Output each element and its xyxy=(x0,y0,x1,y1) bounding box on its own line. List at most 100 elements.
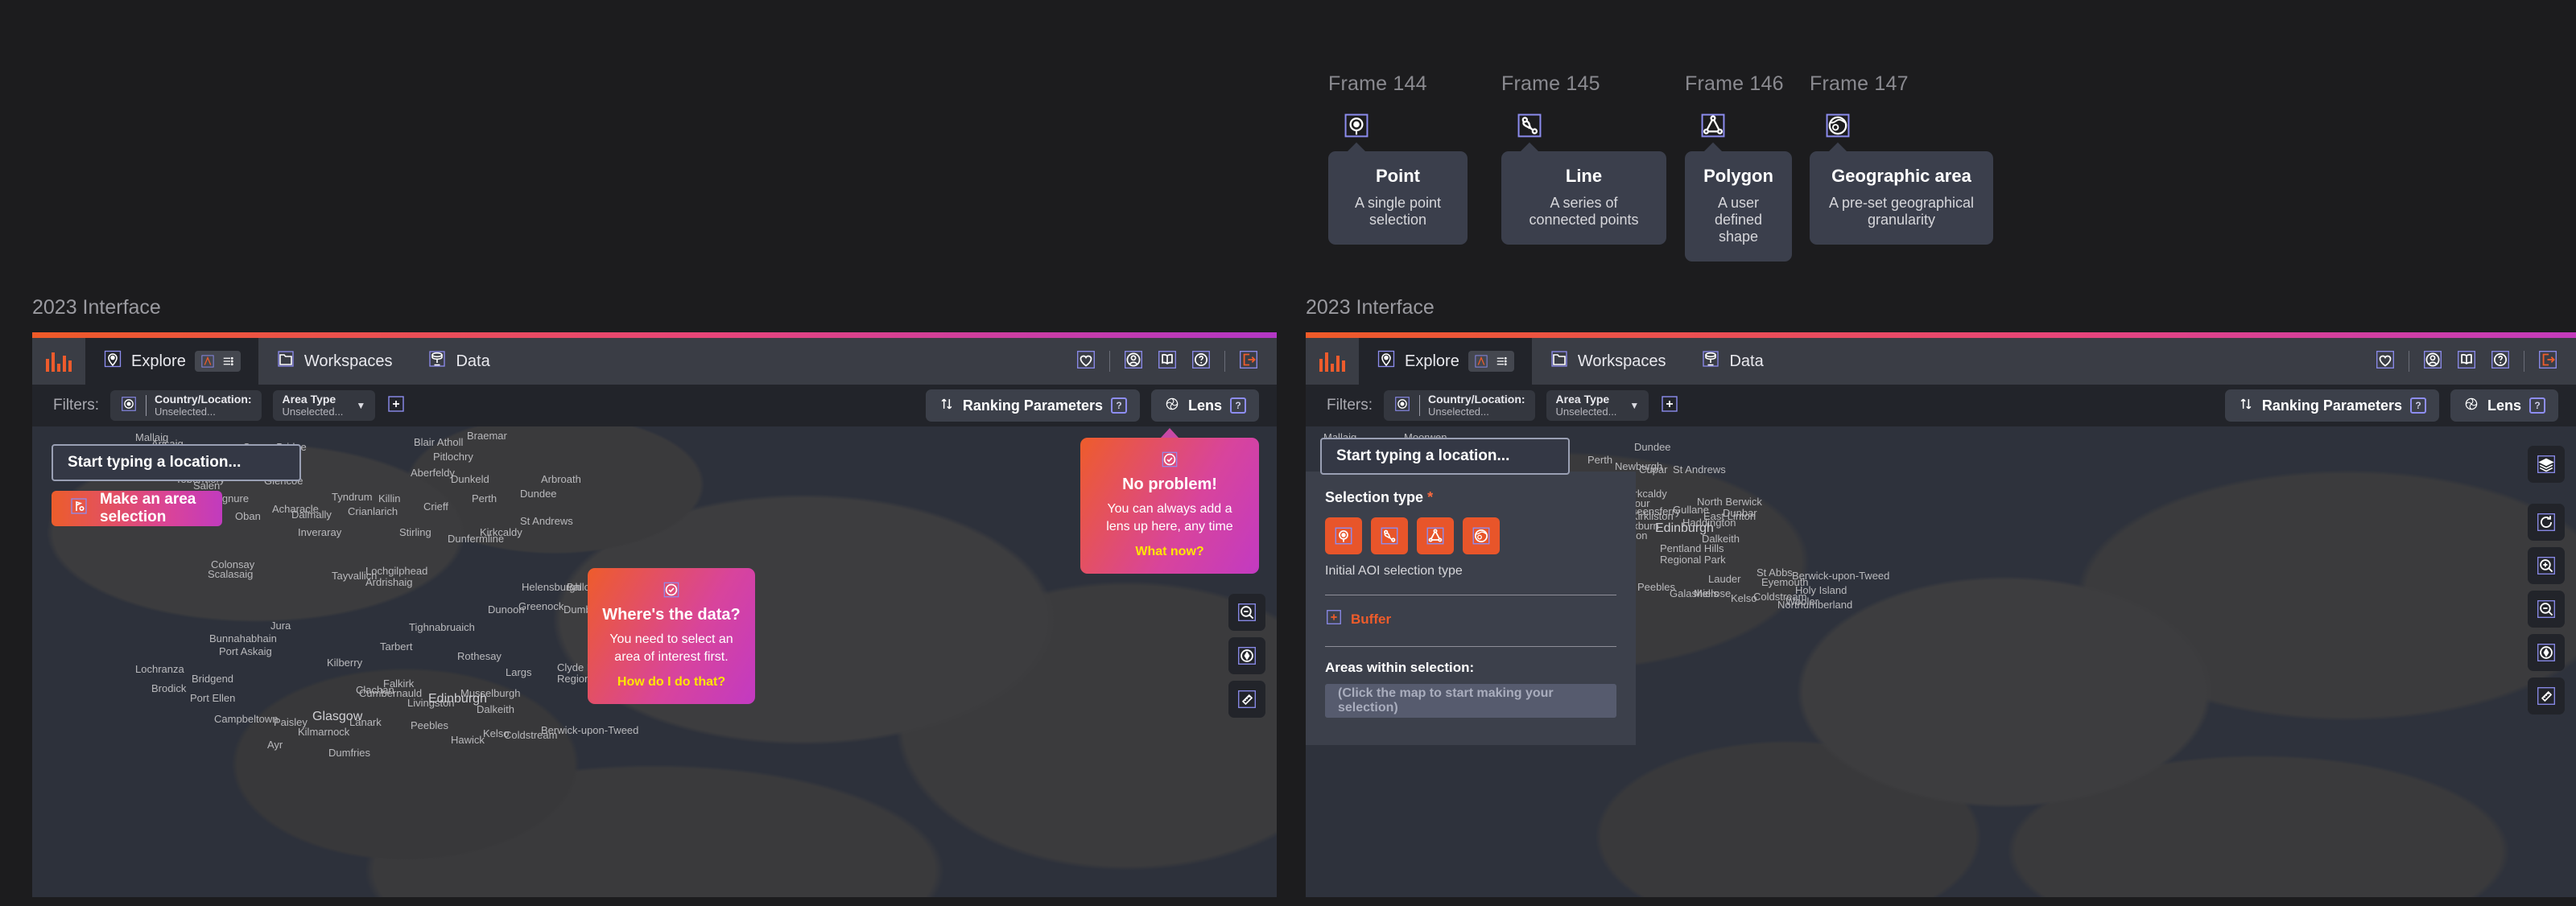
data-popover-link[interactable]: How do I do that? xyxy=(617,675,725,689)
locate-icon[interactable] xyxy=(2528,634,2565,671)
map-place-label: Tayvallich xyxy=(332,570,378,582)
lens-button[interactable]: Lens ? xyxy=(2450,389,2558,422)
logout-icon[interactable] xyxy=(1238,349,1259,374)
refresh-icon[interactable] xyxy=(2528,504,2565,541)
frame-column-147: Frame 147 Geographic area A pre-set geog… xyxy=(1810,72,2011,262)
favourites-icon[interactable] xyxy=(1075,349,1096,374)
frame-card-desc: A single point selection xyxy=(1354,195,1442,228)
location-search-input-right[interactable]: Start typing a location... xyxy=(1320,438,1570,475)
top-nav-left: Explore Workspaces Data xyxy=(32,338,1277,385)
geographic-area-selection-icon[interactable] xyxy=(1463,517,1500,554)
top-nav-right: Explore Workspaces Data xyxy=(1306,338,2576,385)
tab-data[interactable]: Data xyxy=(410,338,507,385)
data-popover[interactable]: Where's the data? You need to select an … xyxy=(588,568,755,705)
help-icon[interactable] xyxy=(1191,349,1212,374)
ranking-parameters-button[interactable]: Ranking Parameters ? xyxy=(2224,389,2439,422)
areas-placeholder: (Click the map to start making your sele… xyxy=(1338,686,1554,715)
frame-card-point[interactable]: Point A single point selection xyxy=(1328,142,1468,245)
filter-area-type[interactable]: Area Type Unselected... ▼ xyxy=(1546,390,1649,421)
layers-icon[interactable] xyxy=(2528,446,2565,483)
target-icon xyxy=(1393,395,1411,417)
map-place-label: Perth xyxy=(1587,454,1613,466)
panel-right: 2023 Interface Explore Workspaces Data F… xyxy=(1306,296,2576,906)
bar-chart-logo[interactable] xyxy=(32,338,85,385)
lens-button[interactable]: Lens ? xyxy=(1150,389,1259,422)
make-area-selection-label: Make an area selection xyxy=(100,491,196,525)
ranking-help-icon[interactable]: ? xyxy=(2409,397,2426,414)
chevron-down-icon[interactable]: ▼ xyxy=(356,400,365,411)
map-place-label: Campbeltown xyxy=(214,713,279,725)
lens-help-icon[interactable]: ? xyxy=(1230,397,1246,414)
map-place-label: Musselburgh xyxy=(460,687,521,699)
bar-chart-logo[interactable] xyxy=(1306,338,1359,385)
map-place-label: Pitlochry xyxy=(433,451,473,463)
lens-popover-title: No problem! xyxy=(1122,476,1217,493)
zoom-in-icon[interactable] xyxy=(2528,547,2565,584)
map-place-label: North Berwick xyxy=(1697,496,1762,508)
ranking-parameters-button[interactable]: Ranking Parameters ? xyxy=(925,389,1140,422)
measure-icon[interactable] xyxy=(2528,677,2565,715)
frame-card-desc: A series of connected points xyxy=(1529,195,1639,228)
tab-explore[interactable]: Explore xyxy=(85,338,258,385)
buffer-button[interactable]: Buffer xyxy=(1325,608,1616,630)
polygon-selection-icon[interactable] xyxy=(1417,517,1454,554)
map-place-label: Port Askaig xyxy=(219,645,272,657)
tab-workspaces[interactable]: Workspaces xyxy=(1532,338,1684,385)
frame-card-polygon[interactable]: Polygon A user defined shape xyxy=(1685,142,1792,262)
map-place-label: Lauder xyxy=(1708,573,1741,585)
chevron-down-icon[interactable]: ▼ xyxy=(1629,400,1639,411)
filter-area-type-value: Unselected... xyxy=(282,405,344,418)
measure-icon[interactable] xyxy=(1228,681,1265,718)
zoom-out-icon[interactable] xyxy=(1228,594,1265,631)
map-place-label: Galashiels xyxy=(1670,587,1719,599)
add-filter-icon[interactable] xyxy=(1660,394,1679,418)
map-canvas-left[interactable]: Kelso Coldstream Port Ellen Campbeltown Brod… xyxy=(32,426,1277,897)
areas-within-selection-input[interactable]: (Click the map to start making your sele… xyxy=(1325,684,1616,718)
make-area-selection-button[interactable]: Make an area selection xyxy=(52,491,222,526)
required-asterisk: * xyxy=(1427,489,1434,505)
favourites-icon[interactable] xyxy=(2375,349,2396,374)
guide-icon[interactable] xyxy=(2456,349,2477,374)
zoom-out-icon[interactable] xyxy=(2528,591,2565,628)
explore-view-toggle[interactable] xyxy=(194,351,241,372)
location-search-input-left[interactable]: Start typing a location... xyxy=(52,444,301,481)
lens-popover-link[interactable]: What now? xyxy=(1135,545,1203,558)
point-selection-icon[interactable] xyxy=(1325,517,1362,554)
tab-data[interactable]: Data xyxy=(1683,338,1781,385)
filter-country-location[interactable]: Country/Location: Unselected... xyxy=(1384,390,1535,421)
explore-view-toggle[interactable] xyxy=(1468,351,1514,372)
frame-card-line[interactable]: Line A series of connected points xyxy=(1501,142,1666,245)
ranking-help-icon[interactable]: ? xyxy=(1110,397,1127,414)
tab-workspaces[interactable]: Workspaces xyxy=(258,338,411,385)
map-place-label: East Linton xyxy=(1703,510,1757,522)
frame-column-144: Frame 144 Point A single point selection xyxy=(1328,72,1501,262)
account-icon[interactable] xyxy=(2422,349,2443,374)
map-place-label: Tyndrum xyxy=(332,491,373,503)
account-icon[interactable] xyxy=(1123,349,1144,374)
check-circle-icon xyxy=(1095,451,1245,468)
lens-help-icon[interactable]: ? xyxy=(2529,397,2545,414)
frame-card-geographic-area[interactable]: Geographic area A pre-set geographical g… xyxy=(1810,142,1993,245)
add-filter-icon[interactable] xyxy=(386,394,406,418)
map-canvas-right[interactable]: WoolerNorthumberlandBiggerKilmarnockArdr… xyxy=(1306,426,2576,897)
help-icon[interactable] xyxy=(2490,349,2511,374)
map-place-label: Livingston xyxy=(407,697,455,709)
line-selection-icon[interactable] xyxy=(1371,517,1408,554)
lens-popover[interactable]: No problem! You can always add a lens up… xyxy=(1080,427,1259,574)
filter-area-type[interactable]: Area Type Unselected... ▼ xyxy=(272,390,376,421)
map-place-label: St Andrews xyxy=(1673,463,1726,476)
app-window-right: Explore Workspaces Data Filters: Country… xyxy=(1306,332,2576,897)
logout-icon[interactable] xyxy=(2537,349,2558,374)
form-divider xyxy=(1325,646,1616,647)
filter-country-location[interactable]: Country/Location: Unselected... xyxy=(110,390,262,421)
tab-explore[interactable]: Explore xyxy=(1359,338,1532,385)
selection-type-options xyxy=(1325,517,1616,554)
map-place-label: Acharacle xyxy=(272,503,319,515)
locate-icon[interactable] xyxy=(1228,637,1265,674)
map-place-label: Dalkeith xyxy=(1702,533,1740,545)
nav-actions-right xyxy=(2375,338,2576,385)
map-place-label: Killin xyxy=(378,492,401,504)
panel-left-title: 2023 Interface xyxy=(32,296,161,319)
map-place-label: Salen xyxy=(193,480,221,492)
guide-icon[interactable] xyxy=(1157,349,1178,374)
